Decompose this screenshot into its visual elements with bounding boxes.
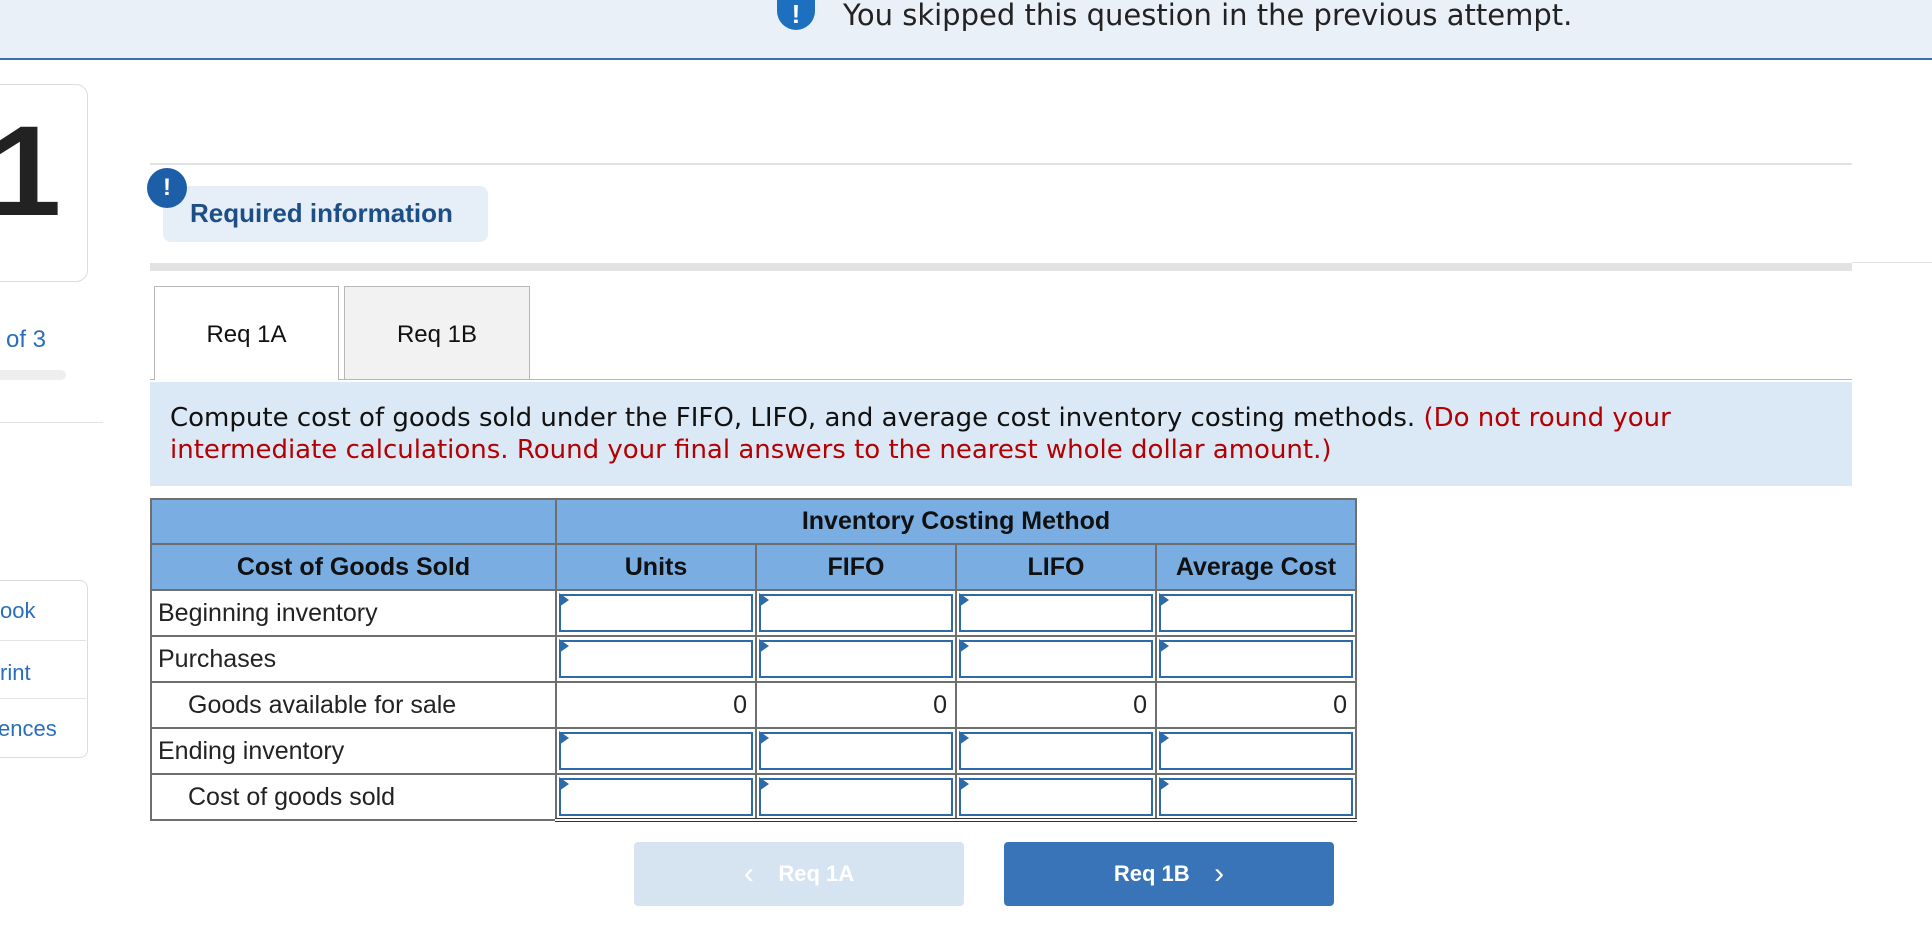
row-label: Ending inventory	[150, 727, 557, 775]
ending-inventory-fifo-input[interactable]	[759, 732, 953, 770]
beginning-inventory-fifo-input[interactable]	[759, 594, 953, 632]
previous-req-label: Req 1A	[778, 861, 855, 886]
tab-baseline	[150, 379, 154, 380]
input-marker-icon	[559, 593, 569, 607]
input-marker-icon	[759, 731, 769, 745]
progress-bar	[0, 370, 66, 380]
purchases-average-input[interactable]	[1159, 640, 1353, 678]
required-info-bar	[150, 263, 1852, 271]
divider	[1852, 262, 1932, 263]
computed-value: 0	[955, 681, 1157, 729]
input-marker-icon	[959, 593, 969, 607]
input-marker-icon	[1159, 777, 1169, 791]
question-count: of 3	[6, 326, 47, 353]
computed-value: 0	[755, 681, 957, 729]
previous-req-button[interactable]: ‹ Req 1A	[634, 842, 964, 906]
input-marker-icon	[759, 593, 769, 607]
input-cell	[555, 589, 757, 637]
instructions-text: Compute cost of goods sold under the FIF…	[170, 403, 1416, 433]
input-cell	[955, 773, 1157, 822]
input-cell	[555, 635, 757, 683]
input-cell	[755, 773, 957, 822]
ending-inventory-lifo-input[interactable]	[959, 732, 1153, 770]
required-info-icon: !	[147, 168, 187, 208]
input-marker-icon	[1159, 731, 1169, 745]
input-marker-icon	[559, 731, 569, 745]
ending-inventory-units-input[interactable]	[559, 732, 753, 770]
input-marker-icon	[1159, 639, 1169, 653]
column-header: Units	[555, 543, 757, 591]
required-info-rule	[150, 163, 1852, 165]
question-number: 1	[0, 100, 62, 243]
banner-text: You skipped this question in the previou…	[843, 0, 1573, 32]
skipped-banner: ! You skipped this question in the previ…	[0, 0, 1932, 60]
required-info-label[interactable]: Required information	[190, 198, 453, 229]
input-cell	[1155, 773, 1357, 822]
input-marker-icon	[959, 731, 969, 745]
input-marker-icon	[959, 777, 969, 791]
chevron-right-icon: ›	[1214, 857, 1225, 890]
input-cell	[955, 727, 1157, 775]
input-cell	[755, 727, 957, 775]
chevron-left-icon: ‹	[743, 857, 754, 890]
table-row: Ending inventory	[150, 727, 1357, 775]
input-cell	[1155, 589, 1357, 637]
tab-req-1a[interactable]: Req 1A	[154, 286, 339, 380]
next-req-label: Req 1B	[1113, 861, 1190, 886]
computed-value: 0	[1155, 681, 1357, 729]
row-label: Cost of goods sold	[150, 773, 557, 821]
beginning-inventory-lifo-input[interactable]	[959, 594, 1153, 632]
purchases-units-input[interactable]	[559, 640, 753, 678]
input-cell	[555, 727, 757, 775]
table-row: Goods available for sale 0 0 0 0	[150, 681, 1357, 729]
purchases-fifo-input[interactable]	[759, 640, 953, 678]
table-row: Beginning inventory	[150, 589, 1357, 637]
input-marker-icon	[1159, 593, 1169, 607]
input-cell	[1155, 727, 1357, 775]
exclamation-icon: !	[777, 0, 815, 30]
tab-req-1b[interactable]: Req 1B	[344, 286, 530, 380]
input-cell	[1155, 635, 1357, 683]
sidebar-link-references[interactable]: ences	[0, 716, 57, 742]
tab-baseline	[339, 379, 1852, 380]
column-header: Average Cost	[1155, 543, 1357, 591]
cost-of-goods-sold-fifo-input[interactable]	[759, 777, 953, 816]
sidebar-link-divider	[0, 698, 86, 699]
row-label: Beginning inventory	[150, 589, 557, 637]
beginning-inventory-average-input[interactable]	[1159, 594, 1353, 632]
input-marker-icon	[959, 639, 969, 653]
computed-value: 0	[555, 681, 757, 729]
sidebar-link-print[interactable]: rint	[0, 660, 31, 686]
input-cell	[955, 635, 1157, 683]
table-row: Cost of goods sold	[150, 773, 1357, 822]
table-corner-header	[150, 498, 557, 545]
instructions-box: Compute cost of goods sold under the FIF…	[150, 382, 1852, 486]
sidebar-link-divider	[0, 640, 86, 641]
input-cell	[755, 589, 957, 637]
input-marker-icon	[759, 639, 769, 653]
row-label: Purchases	[150, 635, 557, 683]
beginning-inventory-units-input[interactable]	[559, 594, 753, 632]
sidebar-divider	[0, 422, 103, 423]
sidebar-link-ebook[interactable]: ook	[0, 598, 35, 624]
input-marker-icon	[559, 777, 569, 791]
row-label: Goods available for sale	[150, 681, 557, 729]
ending-inventory-average-input[interactable]	[1159, 732, 1353, 770]
column-header: LIFO	[955, 543, 1157, 591]
purchases-lifo-input[interactable]	[959, 640, 1153, 678]
table-row: Purchases	[150, 635, 1357, 683]
input-marker-icon	[559, 639, 569, 653]
input-cell	[555, 773, 757, 822]
cost-of-goods-sold-lifo-input[interactable]	[959, 777, 1153, 816]
cost-of-goods-sold-average-input[interactable]	[1159, 777, 1353, 816]
next-req-button[interactable]: Req 1B ›	[1004, 842, 1334, 906]
column-header: FIFO	[755, 543, 957, 591]
group-header: Inventory Costing Method	[555, 498, 1357, 545]
input-cell	[955, 589, 1157, 637]
cost-of-goods-sold-units-input[interactable]	[559, 777, 753, 816]
cost-of-goods-sold-table: Inventory Costing Method Cost of Goods S…	[150, 498, 1357, 822]
column-header: Cost of Goods Sold	[150, 543, 557, 591]
input-marker-icon	[759, 777, 769, 791]
input-cell	[755, 635, 957, 683]
